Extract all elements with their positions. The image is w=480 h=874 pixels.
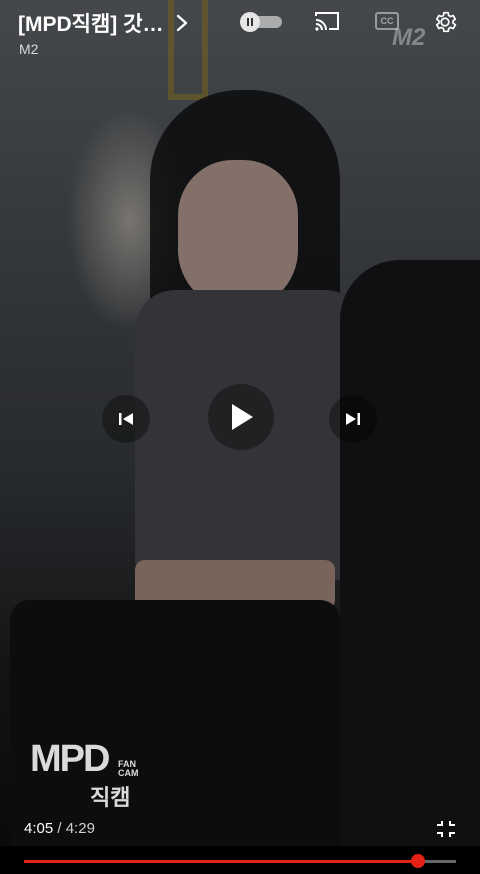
fancam-label: FAN CAM [118,759,139,778]
cast-icon[interactable] [314,10,340,32]
pause-icon [240,12,260,32]
video-player[interactable]: [MPD직캠] 갓… M2 CC M2 MPD FAN CAM 직캠 4:05 … [0,0,480,874]
progress-bar[interactable] [0,846,480,874]
time-display: 4:05 / 4:29 [24,820,95,837]
autoplay-toggle[interactable] [240,12,284,32]
jikcam-label: 직캠 [90,785,131,810]
skip-previous-icon [119,413,133,425]
play-icon [232,404,253,430]
title-row[interactable]: [MPD직캠] 갓… [18,8,193,38]
chevron-right-icon[interactable] [171,12,193,34]
channel-watermark: M2 [392,24,426,51]
progress-fill [24,860,418,863]
time-separator: / [57,820,62,837]
video-title[interactable]: [MPD직캠] 갓… [18,8,163,38]
play-button[interactable] [208,384,274,450]
exit-fullscreen-icon[interactable] [436,820,456,838]
gear-icon[interactable] [432,9,458,35]
mpd-logo: MPD [30,738,110,780]
duration: 4:29 [65,820,95,837]
skip-next-icon [346,413,360,425]
previous-button[interactable] [102,395,150,443]
current-time: 4:05 [24,820,54,837]
mpd-watermark: MPD FAN CAM 직캠 [30,738,148,810]
next-button[interactable] [329,395,377,443]
scrubber-handle[interactable] [410,854,425,868]
channel-name[interactable]: M2 [19,41,38,57]
